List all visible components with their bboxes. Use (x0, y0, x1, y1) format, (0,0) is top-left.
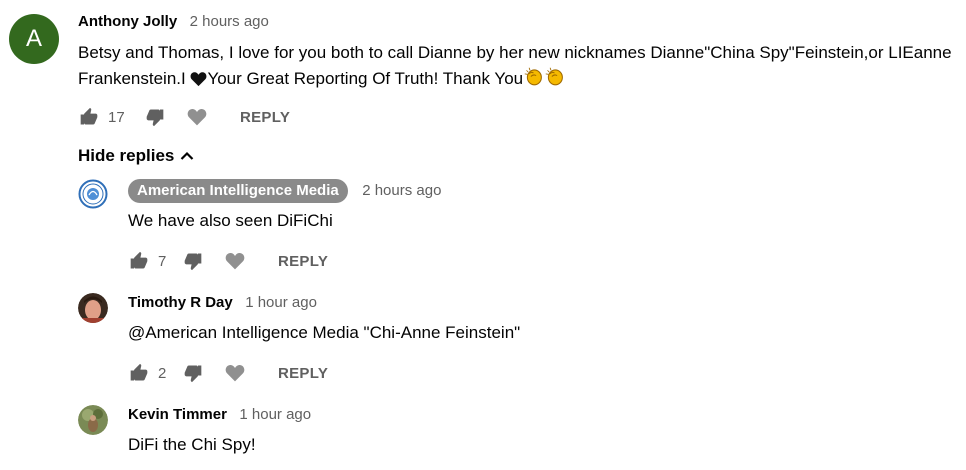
comment-header: Anthony Jolly 2 hours ago (78, 13, 269, 31)
like-count: 7 (158, 252, 167, 270)
comment-thread: A Anthony Jolly 2 hours ago Betsy and Th… (0, 0, 966, 470)
timestamp[interactable]: 1 hour ago (245, 294, 317, 311)
like-count: 17 (108, 108, 125, 126)
chevron-up-icon (180, 151, 194, 161)
clapping-hands-icon (523, 66, 544, 95)
avatar[interactable]: A (9, 14, 59, 64)
comment-text-line-2: Frankenstein.I Your Great Reporting Of T… (78, 66, 952, 95)
heart-icon[interactable] (224, 362, 246, 384)
reply-header: Kevin Timmer 1 hour ago (128, 406, 311, 424)
author-name[interactable]: Anthony Jolly (78, 13, 177, 30)
reply-text: We have also seen DiFiChi (128, 211, 333, 230)
timestamp[interactable]: 2 hours ago (362, 182, 441, 199)
hide-replies-button[interactable]: Hide replies (78, 146, 194, 166)
avatar[interactable] (78, 293, 108, 323)
channel-owner-badge[interactable]: American Intelligence Media (128, 179, 348, 203)
avatar[interactable] (78, 405, 108, 435)
thumb-up-icon[interactable] (128, 250, 150, 272)
author-name[interactable]: Kevin Timmer (128, 406, 227, 423)
reply-header: Timothy R Day 1 hour ago (128, 294, 317, 312)
reply-text: DiFi the Chi Spy! (128, 435, 256, 454)
comment-text-line-1: Betsy and Thomas, I love for you both to… (78, 43, 952, 62)
reply-actions: 2 REPLY (128, 361, 328, 385)
thumb-down-icon[interactable] (144, 106, 166, 128)
comment-text: Betsy and Thomas, I love for you both to… (78, 40, 952, 95)
reply-header: American Intelligence Media 2 hours ago (128, 179, 441, 203)
heart-icon[interactable] (186, 106, 208, 128)
thumb-down-icon[interactable] (182, 362, 204, 384)
black-heart-icon (190, 69, 207, 95)
reply-button[interactable]: REPLY (240, 109, 290, 126)
avatar-letter: A (25, 25, 42, 52)
thumb-up-icon[interactable] (128, 362, 150, 384)
timestamp[interactable]: 2 hours ago (190, 13, 269, 30)
timestamp[interactable]: 1 hour ago (239, 406, 311, 423)
like-count: 2 (158, 364, 167, 382)
hide-replies-label: Hide replies (78, 146, 175, 165)
reply-button[interactable]: REPLY (278, 253, 328, 270)
clapping-hands-icon (544, 66, 565, 95)
comment-actions: 17 REPLY (78, 105, 290, 129)
reply-actions: 7 REPLY (128, 249, 328, 273)
thumb-up-icon[interactable] (78, 106, 100, 128)
author-name[interactable]: Timothy R Day (128, 294, 233, 311)
reply-text: @American Intelligence Media "Chi-Anne F… (128, 323, 521, 342)
reply-button[interactable]: REPLY (278, 365, 328, 382)
avatar[interactable] (78, 179, 108, 209)
heart-icon[interactable] (224, 250, 246, 272)
thumb-down-icon[interactable] (182, 250, 204, 272)
